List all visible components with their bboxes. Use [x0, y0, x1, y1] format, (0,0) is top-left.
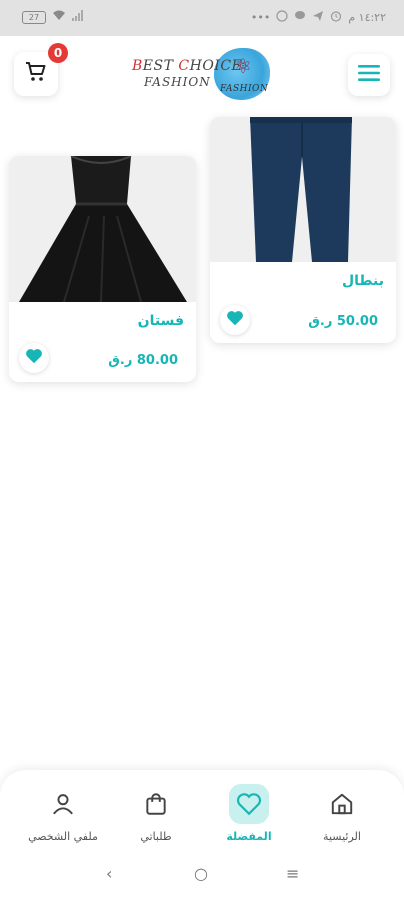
system-navigation: ‹ ○ ≡: [0, 858, 404, 890]
logo-line1: BEST CHOICE: [132, 58, 242, 74]
heart-icon: [229, 784, 269, 824]
nav-label-profile: ملفي الشخصي: [28, 830, 98, 843]
bag-icon: [136, 784, 176, 824]
more-notifications-icon: •••: [250, 11, 271, 24]
alarm-icon: [330, 10, 342, 25]
cart-icon: [24, 60, 48, 88]
status-bar: 27 ••• ١٤:٢٢ م: [0, 0, 404, 36]
cart-button[interactable]: 0: [14, 43, 68, 96]
chat-icon: [294, 10, 306, 25]
product-price: 80.00 ر.ق: [108, 353, 178, 368]
favorite-button[interactable]: [19, 343, 49, 373]
product-name: فستان: [137, 313, 184, 329]
product-name: بنطال: [341, 273, 384, 289]
logo-letter-c: C: [178, 58, 190, 74]
product-price: 50.00 ر.ق: [308, 314, 378, 329]
back-icon[interactable]: ‹: [106, 864, 112, 883]
hamburger-icon: [358, 64, 380, 86]
product-card[interactable]: فستان 80.00 ر.ق: [9, 156, 196, 382]
recents-icon[interactable]: ≡: [286, 864, 299, 883]
battery-icon: 27: [22, 10, 46, 24]
logo-word-est: EST: [142, 58, 179, 74]
brand-logo: ⚛ FASHION BEST CHOICE FASHION: [130, 48, 280, 102]
telegram-icon: [312, 10, 324, 25]
logo-letter-b: B: [132, 58, 143, 74]
home-circle-icon[interactable]: ○: [194, 864, 208, 883]
nav-item-orders[interactable]: طلباتي: [111, 784, 201, 843]
logo-badge-text: FASHION: [220, 84, 269, 94]
nav-item-home[interactable]: الرئيسية: [297, 784, 387, 843]
nav-label-orders: طلباتي: [140, 830, 172, 843]
logo-word-hoice: HOICE: [189, 58, 243, 74]
cart-count-badge: 0: [48, 43, 68, 63]
status-right: ••• ١٤:٢٢ م: [251, 10, 386, 25]
nav-label-home: الرئيسية: [323, 830, 361, 843]
product-image-trousers[interactable]: [210, 117, 396, 262]
nav-item-profile[interactable]: ملفي الشخصي: [18, 784, 108, 843]
product-card[interactable]: بنطال 50.00 ر.ق: [210, 117, 396, 343]
clock: ١٤:٢٢ م: [348, 11, 386, 24]
heart-icon: [226, 310, 244, 330]
notification-icon: [276, 10, 288, 25]
app-header: 0 ⚛ FASHION BEST CHOICE FASHION: [0, 36, 404, 116]
favorite-button[interactable]: [220, 305, 250, 335]
nav-item-favorites[interactable]: المفضلة: [204, 784, 294, 843]
status-left: 27: [22, 10, 84, 24]
logo-line2: FASHION: [144, 75, 211, 89]
wifi-icon: [52, 10, 66, 24]
heart-icon: [25, 348, 43, 368]
signal-icon: [72, 10, 84, 24]
nav-label-favorites: المفضلة: [226, 830, 272, 843]
user-icon: [43, 784, 83, 824]
menu-button[interactable]: [348, 54, 390, 96]
home-icon: [322, 784, 362, 824]
product-image-dress[interactable]: [9, 156, 196, 303]
